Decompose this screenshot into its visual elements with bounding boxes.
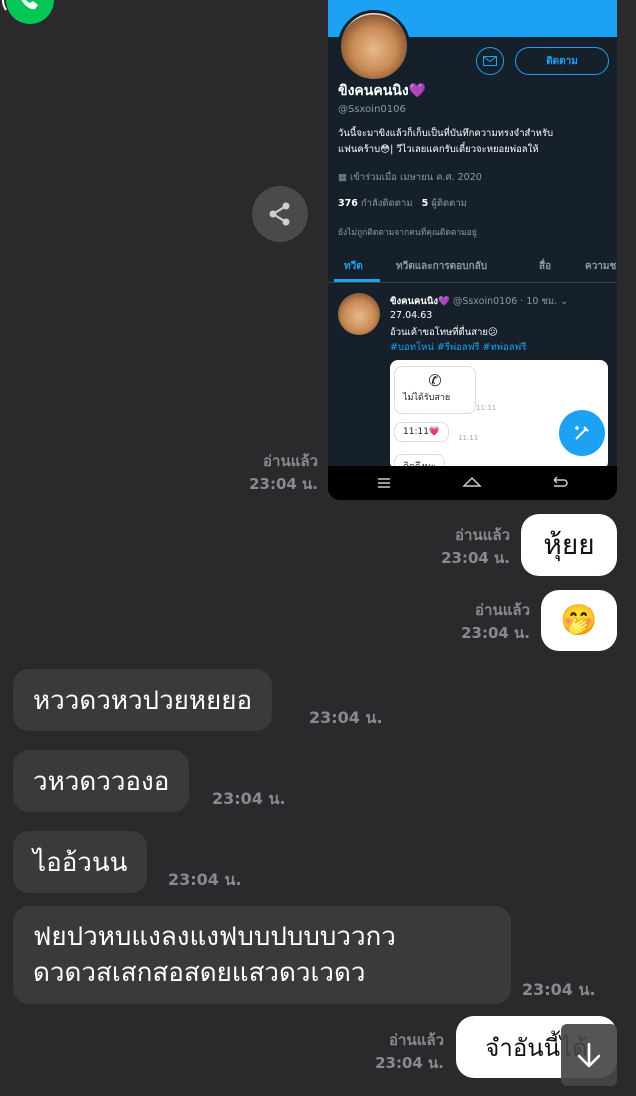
joined-text: เข้าร่วมเมื่อ เมษายน ค.ศ. 2020 bbox=[350, 172, 482, 183]
profile-handle: @Ssxoin0106 bbox=[338, 104, 406, 115]
android-navbar bbox=[328, 466, 617, 500]
read-status: อ่านแล้ว bbox=[263, 452, 318, 470]
tweet-text: อ้วนเค้าขอโทษที่ตื่นสาย😕 bbox=[390, 327, 498, 338]
recent-apps-icon bbox=[378, 478, 390, 488]
message-time: 23:04 น. bbox=[461, 624, 530, 642]
message-time: 23:04 น. bbox=[441, 549, 510, 567]
bio-line: วันนี้จะมาขิงแล้วก็เก็บเป็นที่บันทึกความ… bbox=[338, 128, 554, 139]
message-time: 23:04 น. bbox=[375, 1054, 444, 1072]
followers-count: 5 bbox=[421, 198, 429, 209]
tweet-header: ขิงคนคนนิง💜 @Ssxoin0106 · 10 ชม. ⌄ bbox=[390, 296, 569, 307]
tweet-meta: @Ssxoin0106 · 10 ชม. bbox=[452, 296, 558, 307]
read-status: อ่านแล้ว bbox=[389, 1031, 444, 1049]
outgoing-message-bubble[interactable]: หุ้ยย bbox=[521, 514, 617, 576]
media-time: 11:11 bbox=[476, 404, 497, 412]
message-time: 23:04 น. bbox=[249, 475, 318, 493]
message-meta: อ่านแล้ว 23:04 น. bbox=[412, 524, 510, 570]
incoming-message-bubble[interactable]: ไออ้วนน bbox=[13, 831, 148, 893]
message-line: ดวดวสเสกสอสดยแสวดวเวดว bbox=[33, 958, 366, 988]
follow-button: ติดตาม bbox=[515, 47, 609, 75]
share-button[interactable] bbox=[252, 186, 308, 242]
outgoing-emoji-bubble[interactable]: 🤭 bbox=[541, 590, 617, 651]
profile-avatar bbox=[338, 10, 410, 82]
tab-tweets-replies: ทวีตและการตอบกลับ bbox=[396, 261, 488, 272]
incoming-message-bubble[interactable]: วหวดววองอ bbox=[13, 750, 190, 812]
following-count: 376 bbox=[338, 198, 358, 209]
profile-stats: 376 กำลังติดตาม 5 ผู้ติดตาม bbox=[338, 196, 467, 211]
scroll-to-bottom-button[interactable] bbox=[561, 1024, 617, 1086]
message-meta: อ่านแล้ว 23:04 น. bbox=[220, 450, 318, 496]
clock-bubble: 11:11💗 bbox=[394, 422, 450, 442]
share-icon bbox=[269, 202, 290, 226]
following-label: กำลังติดตาม bbox=[360, 198, 413, 209]
missed-call-text: ไม่ได้รับสาย bbox=[403, 393, 451, 403]
message-time: 23:04 น. bbox=[309, 708, 383, 727]
followers-label: ผู้ติดตาม bbox=[431, 198, 467, 209]
arrow-down-icon bbox=[577, 1042, 601, 1068]
incoming-message-bubble[interactable]: หววดวหวปวยหยยอ bbox=[13, 669, 273, 731]
shared-screenshot-image[interactable]: ติดตาม ขิงคนคนนิง💜 @Ssxoin0106 วันนี้จะม… bbox=[328, 0, 617, 500]
home-icon bbox=[462, 476, 482, 487]
tweet-date: 27.04.63 bbox=[390, 310, 433, 321]
media-time: 11:11 bbox=[458, 434, 479, 442]
active-tab-indicator bbox=[334, 279, 380, 282]
incoming-message-bubble[interactable]: ฟยปวหบแงลงแงฟบบปบบบววกว ดวดวสเสกสอสดยแสว… bbox=[13, 906, 511, 1004]
message-line: ฟยปวหบแงลงแงฟบบปบบบววกว bbox=[33, 922, 396, 952]
joined-date: ▦ เข้าร่วมเมื่อ เมษายน ค.ศ. 2020 bbox=[338, 172, 482, 183]
profile-name: ขิงคนคนนิง💜 bbox=[338, 83, 427, 99]
phone-icon: ✆ bbox=[428, 371, 442, 390]
read-status: อ่านแล้ว bbox=[475, 601, 530, 619]
tab-likes: ความช bbox=[585, 261, 617, 272]
message-time: 23:04 น. bbox=[168, 870, 242, 889]
mail-icon bbox=[476, 47, 504, 75]
tweet-avatar bbox=[338, 293, 380, 335]
tab-media: สื่อ bbox=[539, 261, 552, 272]
message-meta: อ่านแล้ว 23:04 น. bbox=[432, 599, 530, 645]
message-meta: อ่านแล้ว 23:04 น. bbox=[346, 1029, 444, 1075]
profile-bio: วันนี้จะมาขิงแล้วก็เก็บเป็นที่บันทึกความ… bbox=[338, 126, 610, 158]
tweet-hashtags: #บอทโหน่ #รีพ่อลฟรี #ทพ่อลฟรี bbox=[390, 342, 527, 353]
compose-tweet-icon bbox=[559, 410, 605, 456]
not-followed-note: ยังไม่ถูกติดตามจากคนที่คุณติดตามอยู่ bbox=[338, 228, 477, 238]
missed-call-bubble: ✆ ไม่ได้รับสาย bbox=[394, 366, 476, 414]
tweet-author: ขิงคนคนนิง💜 bbox=[390, 296, 450, 307]
message-time: 23:04 น. bbox=[212, 789, 286, 808]
read-status: อ่านแล้ว bbox=[455, 526, 510, 544]
message-time: 23:04 น. bbox=[522, 980, 596, 999]
phone-call-icon[interactable] bbox=[0, 0, 58, 26]
back-icon bbox=[553, 476, 568, 487]
tab-tweets: ทวีต bbox=[344, 261, 363, 272]
bio-line: แฟนคร้าบ😳| วีไวเลยแคกรับเดี๋ยวจะหยอยพ่อล… bbox=[338, 144, 539, 155]
